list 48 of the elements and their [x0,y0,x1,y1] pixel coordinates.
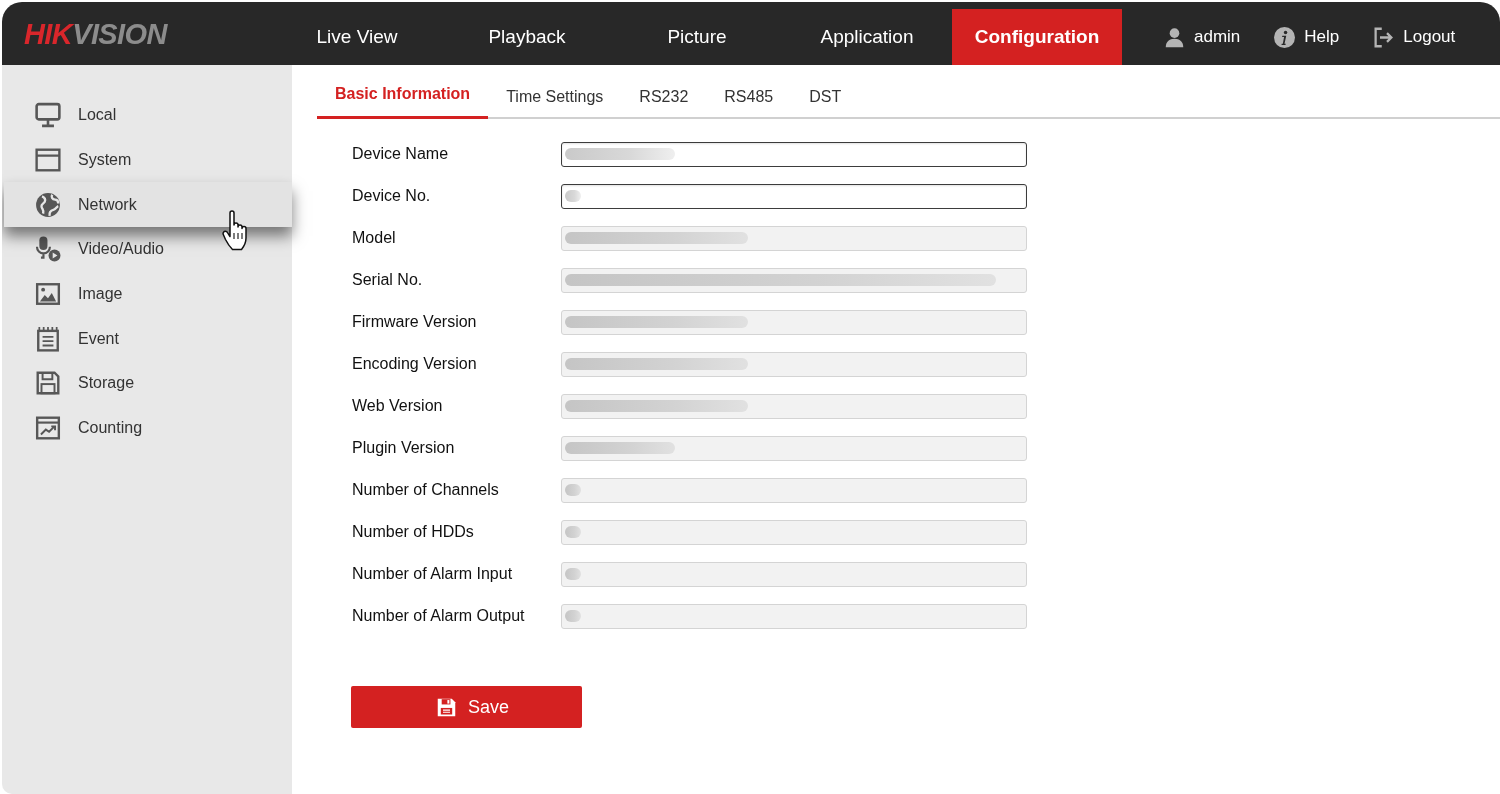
help-button[interactable]: Help [1274,26,1340,48]
field-label: Plugin Version [352,439,456,457]
tab[interactable]: RS485 [706,80,792,119]
nav-tab[interactable]: Configuration [952,9,1122,65]
tab[interactable]: DST [791,80,860,119]
nav-tab[interactable]: Picture [612,9,782,65]
sidebar-item[interactable]: Event [4,316,292,362]
tab[interactable]: Basic Information [317,80,489,119]
field-label: Encoding Version [352,355,478,373]
sidebar-item[interactable]: Counting [4,405,292,451]
field-label: Number of HDDs [352,523,475,541]
field-label: Serial No. [352,271,424,289]
sidebar-item[interactable]: Storage [4,361,292,406]
monitor-icon [35,102,61,129]
image-icon [35,281,61,308]
sidebar-item[interactable]: Local [4,93,292,138]
input-field[interactable] [561,183,1027,209]
user-icon [1164,26,1185,48]
sidebar-item[interactable]: Video/Audio [4,227,292,272]
save-button[interactable]: Save [351,686,582,728]
field-label: Number of Alarm Output [352,607,526,625]
field-label: Device No. [352,187,432,205]
field-label: Web Version [352,397,444,415]
field-label: Number of Alarm Input [352,565,514,583]
user-menu-button[interactable]: admin [1164,26,1241,48]
field-label: Model [352,229,397,247]
hand-cursor-icon [222,210,250,251]
logo: HIKVISION [24,17,169,50]
field-label: Device Name [352,145,450,163]
logout-button[interactable]: Logout [1373,26,1456,48]
nav-tab[interactable]: Live View [272,9,442,65]
sidebar-item[interactable]: Network [4,182,292,228]
nav-tab[interactable]: Application [782,9,952,65]
tab[interactable]: RS232 [621,80,707,119]
field-label: Number of Channels [352,481,500,499]
globe-icon [35,191,61,218]
sidebar-item[interactable]: Image [4,271,292,317]
sidebar-item[interactable]: System [4,137,292,183]
chart-icon [35,415,61,442]
microphone-icon [35,236,61,263]
nav-tab[interactable]: Playback [442,9,612,65]
tab[interactable]: Time Settings [488,80,622,119]
field-label: Firmware Version [352,313,478,331]
calendar-icon [35,325,61,352]
input-field[interactable] [561,141,1027,167]
window-icon [35,147,61,174]
logout-icon [1373,26,1395,48]
info-icon [1274,26,1296,48]
